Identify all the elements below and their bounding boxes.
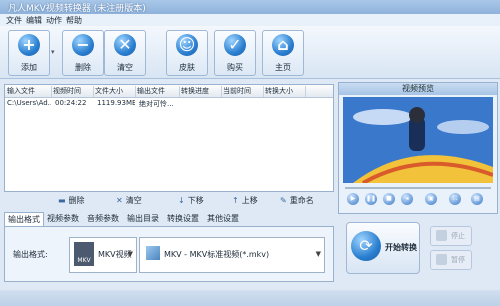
screenshot-icon[interactable]: ▣ [425,193,437,205]
preview-title: 视频预览 [339,83,497,95]
column-header[interactable]: 输出文件 [137,86,180,97]
move-down-label: 下移 [187,196,204,205]
format-select[interactable]: MKV MKV视频 ▼ [69,237,137,273]
column-header[interactable]: 转换进度 [181,86,222,97]
skin-button[interactable]: ☺ 皮肤 [166,30,208,76]
rename-icon: ✎ [280,196,287,205]
clear-button[interactable]: ✕ 清空 [104,30,146,76]
tab-output-dir[interactable]: 输出目录 [124,212,162,225]
tab-video-params[interactable]: 视频参数 [44,212,82,225]
menu-edit[interactable]: 编辑 [26,15,42,26]
playback-controls: ▶ ❚❚ ■ ◂ ▣ ⛶ ▤ [345,193,495,209]
list-controls: ▬ 删除 ✕ 清空 ↓ 下移 ↑ 上移 ✎ 重命名 [4,192,332,208]
remove-label: 删除 [75,63,91,72]
rename-label: 重命名 [289,196,314,205]
video-preview-panel: 视频预览 ▶ ❚❚ ■ ◂ ▣ ⛶ ▤ [338,82,498,214]
pause-icon[interactable]: ❚❚ [365,193,377,205]
menu-action[interactable]: 动作 [46,15,62,26]
chevron-down-icon: ▼ [315,250,321,258]
output-format-panel: 输出格式: MKV MKV视频 ▼ MKV - MKV标准视频(*.mkv) ▼ [4,226,334,282]
move-up-button[interactable]: ↑ 上移 [232,195,258,206]
menu-bar: 文件 编辑 动作 帮助 [0,14,500,26]
cube-icon [146,246,160,260]
plus-icon: + [18,34,40,56]
column-header[interactable]: 文件大小 [95,86,136,97]
clear-list-label: 清空 [125,196,142,205]
format-icon-label: MKV [77,257,91,264]
minus-icon: ▬ [58,196,66,205]
clear-list-button[interactable]: ✕ 清空 [116,195,142,206]
cell-output-file: 绝对可怜... [139,100,174,108]
add-label: 添加 [21,63,37,72]
window-title: 凡人MKV视频转换器 (未注册版本) [8,4,146,14]
buy-button[interactable]: ✓ 购买 [214,30,256,76]
cell-video-time: 00:24:22 [55,99,87,107]
tab-other-settings[interactable]: 其他设置 [204,212,242,225]
format-value: MKV视频 [98,250,132,259]
tab-output-format[interactable]: 输出格式 [4,212,44,226]
status-bar [0,290,500,306]
file-list[interactable]: 输入文件 视频时间 文件大小 输出文件 转换进度 当前时间 转换大小 C:\Us… [4,84,334,192]
column-header[interactable]: 视频时间 [53,86,94,97]
home-icon: ⌂ [272,34,294,56]
delete-item-label: 删除 [68,196,85,205]
move-up-label: 上移 [241,196,258,205]
pause-icon [436,254,447,265]
buy-label: 购买 [227,63,243,72]
stop-icon [436,230,447,241]
column-header[interactable]: 输入文件 [7,86,52,97]
remove-button[interactable]: − 删除 [62,30,104,76]
stop-icon[interactable]: ■ [383,193,395,205]
profile-select[interactable]: MKV - MKV标准视频(*.mkv) ▼ [139,237,325,273]
add-button[interactable]: + 添加 [8,30,50,76]
home-button[interactable]: ⌂ 主页 [262,30,304,76]
arrow-down-icon: ↓ [178,196,185,205]
move-down-button[interactable]: ↓ 下移 [178,195,204,206]
skin-label: 皮肤 [179,63,195,72]
settings-tabs: 输出格式 视频参数 音频参数 输出目录 转换设置 其他设置 [4,212,334,226]
seek-slider[interactable] [345,187,491,189]
start-convert-button[interactable]: ⟳ 开始转换 [346,222,420,274]
refresh-icon: ⟳ [351,231,381,261]
minus-icon: − [72,34,94,56]
chevron-down-icon[interactable]: ▾ [51,48,55,56]
cell-input-file: C:\Users\Ad... [7,99,51,107]
profile-value: MKV - MKV标准视频(*.mkv) [164,250,270,259]
close-icon: ✕ [116,196,123,205]
column-header[interactable]: 转换大小 [265,86,306,97]
cell-file-size: 1119.93MB [97,99,135,107]
menu-file[interactable]: 文件 [6,15,22,26]
output-format-label: 输出格式: [13,250,48,259]
video-image [343,97,493,183]
play-icon[interactable]: ▶ [347,193,359,205]
film-icon: MKV [74,242,94,266]
cart-icon: ✓ [224,34,246,56]
tab-audio-params[interactable]: 音频参数 [84,212,122,225]
chevron-down-icon: ▼ [127,250,133,258]
column-header[interactable]: 当前时间 [223,86,264,97]
folder-icon[interactable]: ▤ [471,193,483,205]
clear-label: 清空 [117,63,133,72]
rename-button[interactable]: ✎ 重命名 [280,195,314,206]
table-row[interactable]: C:\Users\Ad... 00:24:22 1119.93MB 绝对可怜..… [5,98,333,109]
toolbar: + 添加 ▾ − 删除 ✕ 清空 ☺ 皮肤 ✓ 购买 ⌂ 主页 [0,26,500,79]
stop-button[interactable]: 停止 [430,226,472,246]
start-convert-label: 开始转换 [385,243,417,252]
stop-label: 停止 [451,232,465,240]
list-header: 输入文件 视频时间 文件大小 输出文件 转换进度 当前时间 转换大小 [5,85,333,98]
delete-item-button[interactable]: ▬ 删除 [58,195,85,206]
volume-icon[interactable]: ◂ [401,193,413,205]
arrow-up-icon: ↑ [232,196,239,205]
menu-help[interactable]: 帮助 [66,15,82,26]
close-icon: ✕ [114,34,136,56]
tab-convert-settings[interactable]: 转换设置 [164,212,202,225]
title-bar: 凡人MKV视频转换器 (未注册版本) [0,0,500,14]
pause-button[interactable]: 暂停 [430,250,472,270]
video-frame [343,97,493,183]
fullscreen-icon[interactable]: ⛶ [449,193,461,205]
home-label: 主页 [275,63,291,72]
pause-label: 暂停 [451,256,465,264]
smiley-icon: ☺ [176,34,198,56]
